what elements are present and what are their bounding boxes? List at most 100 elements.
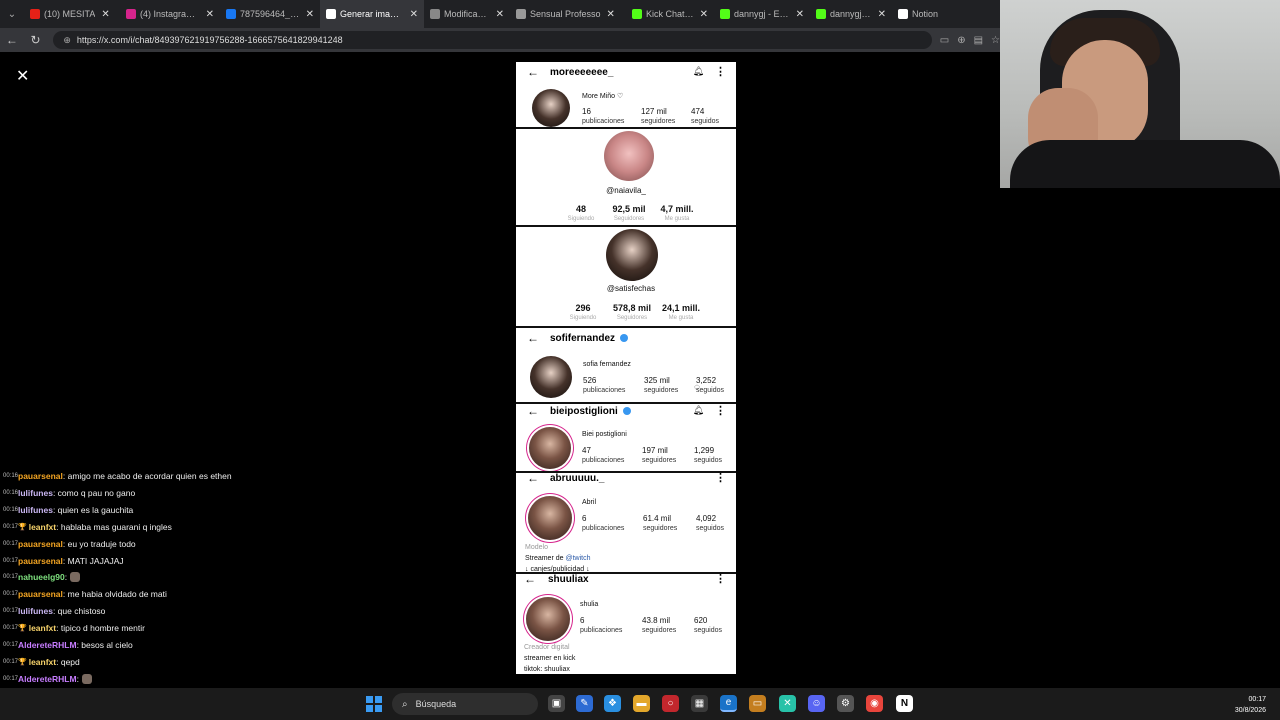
chat-username[interactable]: pauarsenal [18, 471, 63, 481]
chat-username[interactable]: lulifunes [18, 505, 53, 515]
tab-close-icon[interactable]: ✕ [206, 9, 214, 20]
url-field[interactable]: ⊕ https://x.com/i/chat/84939762191975628… [53, 31, 932, 49]
app-icon[interactable]: ⚙ [837, 695, 854, 712]
tab-label: dannygj Stream [830, 9, 872, 19]
folder-icon[interactable]: ▭ [749, 695, 766, 712]
profile-full-name: Biei postiglioni [582, 431, 627, 438]
browser-tab[interactable]: 787596464_1723 ✕ [220, 0, 320, 28]
reload-icon[interactable]: ↻ [24, 33, 48, 47]
discord-icon[interactable]: ☺ [808, 695, 825, 712]
chat-username[interactable]: leanfxt [29, 657, 56, 667]
browser-tab[interactable]: Sensual Professo ✕ [510, 0, 626, 28]
chat-username[interactable]: AldereteRHLM [18, 640, 77, 650]
chat-username[interactable]: leanfxt [29, 522, 56, 532]
notion-icon[interactable]: N [896, 695, 913, 712]
tab-close-icon[interactable]: ✕ [878, 9, 886, 20]
avatar [526, 597, 570, 641]
bookmark-star-icon[interactable]: ☆ [991, 35, 1000, 46]
posts-label: publicaciones [583, 387, 626, 394]
chat-username[interactable]: pauarsenal [18, 539, 63, 549]
chat-message: 00:16 lulifunes : como q pau no gano [3, 485, 135, 501]
tab-favicon-icon [430, 9, 440, 19]
system-clock[interactable]: 00:17 30/8/2026 [1235, 694, 1266, 716]
posts-count: 526 [583, 376, 597, 385]
chat-timestamp: 00:16 [3, 506, 19, 513]
browser-tab[interactable]: dannygj - Estadí ✕ [714, 0, 810, 28]
chat-message: 00:16 pauarsenal : amigo me acabo de acor… [3, 468, 232, 484]
profile-username: moreeeeeee_ [550, 66, 614, 78]
following-count: 1,299 [694, 446, 715, 455]
search-icon: ⌕ [402, 698, 408, 710]
profile-full-name: More Miño ♡ [582, 93, 624, 100]
task-view-icon[interactable]: ▣ [548, 695, 565, 712]
tab-label: (4) Instagram • M [140, 9, 200, 19]
profile-card-sofi: ← sofifernandez sofia fernandez 526 publi… [516, 328, 736, 404]
address-bar: ← ↻ ⊕ https://x.com/i/chat/8493976219197… [0, 28, 1000, 52]
tab-close-icon[interactable]: ✕ [496, 9, 504, 20]
stream-chat-overlay: 00:16 pauarsenal : amigo me acabo de acor… [0, 452, 500, 720]
close-icon[interactable]: ✕ [16, 66, 29, 86]
browser-tab[interactable]: Generar imagen s ✕ [320, 0, 424, 28]
chat-timestamp: 00:16 [3, 489, 19, 496]
back-arrow-icon: ← [527, 331, 539, 345]
following-count: 620 [694, 616, 708, 625]
chrome-icon[interactable]: ◉ [866, 695, 883, 712]
tab-label: 787596464_1723 [240, 9, 300, 19]
tab-favicon-icon [226, 9, 236, 19]
following-label: seguidos [694, 627, 723, 634]
store-icon[interactable]: ▦ [691, 695, 708, 712]
avatar [529, 427, 571, 469]
zoom-icon[interactable]: ⊕ [957, 35, 965, 46]
pen-app-icon[interactable]: ✎ [576, 695, 593, 712]
tab-favicon-icon [720, 9, 730, 19]
reading-mode-icon[interactable]: ▤ [974, 35, 983, 46]
browser-tab[interactable]: Modificación de ✕ [424, 0, 510, 28]
browser-tab[interactable]: dannygj Stream ✕ [810, 0, 892, 28]
tab-list-menu-icon[interactable]: ⌄ [0, 0, 24, 28]
opera-icon[interactable]: ○ [662, 695, 679, 712]
chat-badge-icon: 🏆 [18, 625, 27, 633]
app-icon[interactable]: ✕ [779, 695, 796, 712]
tab-close-icon[interactable]: ✕ [700, 9, 708, 20]
tab-close-icon[interactable]: ✕ [796, 9, 804, 20]
chat-username[interactable]: AldereteRHLM [18, 674, 77, 684]
chat-username[interactable]: leanfxt [29, 623, 56, 633]
chat-username[interactable]: pauarsenal [18, 589, 63, 599]
bio-line: streamer en kick [524, 655, 576, 662]
chat-text: : amigo me acabo de acordar quien es eth… [62, 471, 232, 481]
more-options-icon: ⋮ [715, 574, 726, 585]
browser-tab[interactable]: (10) MESITA ✕ [24, 0, 120, 28]
bio-link: @twitch [565, 555, 591, 562]
chat-username[interactable]: lulifunes [18, 488, 53, 498]
browser-tab[interactable]: Notion [892, 0, 952, 28]
edge-icon[interactable]: e [720, 695, 737, 712]
tab-close-icon[interactable]: ✕ [101, 9, 109, 20]
chat-username[interactable]: lulifunes [18, 606, 53, 616]
chat-message: 00:17 🏆 leanfxt : qepd [3, 654, 80, 670]
followers-count: 127 mil [641, 107, 667, 116]
chat-text: : MATI JAJAJAJ [62, 555, 124, 566]
install-icon[interactable]: ▭ [940, 35, 949, 46]
site-info-icon[interactable]: ⊕ [63, 35, 71, 46]
tab-close-icon[interactable]: ✕ [410, 9, 418, 20]
chat-timestamp: 00:17 [3, 557, 19, 564]
taskbar-search[interactable]: ⌕ Búsqueda [392, 693, 538, 715]
followers-label: Seguidores [613, 216, 645, 222]
chat-username[interactable]: nahueelg90 [18, 572, 65, 582]
file-explorer-icon[interactable]: ▬ [633, 695, 650, 712]
tab-close-icon[interactable]: ✕ [607, 9, 615, 20]
browser-tab[interactable]: (4) Instagram • M ✕ [120, 0, 220, 28]
copilot-icon[interactable]: ❖ [604, 695, 621, 712]
tab-close-icon[interactable]: ✕ [306, 9, 314, 20]
profile-card-biei: ← bieipostiglioni 🔔︎ ⋮ Biei postiglioni … [516, 404, 736, 473]
windows-start-icon[interactable] [366, 696, 382, 712]
posts-label: publicaciones [582, 457, 625, 464]
browser-tab[interactable]: Kick Chat Search ✕ [626, 0, 714, 28]
chat-message: 00:17 🏆 leanfxt : hablaba mas guarani q in… [3, 519, 172, 535]
bio-line: tiktok: shuuliax [524, 666, 570, 673]
back-icon[interactable]: ← [0, 33, 24, 47]
chat-username[interactable]: pauarsenal [18, 556, 63, 566]
chat-text: : hablaba mas guarani q ingles [56, 521, 172, 532]
following-label: seguidos [694, 457, 723, 464]
tab-label: Modificación de [444, 9, 490, 19]
